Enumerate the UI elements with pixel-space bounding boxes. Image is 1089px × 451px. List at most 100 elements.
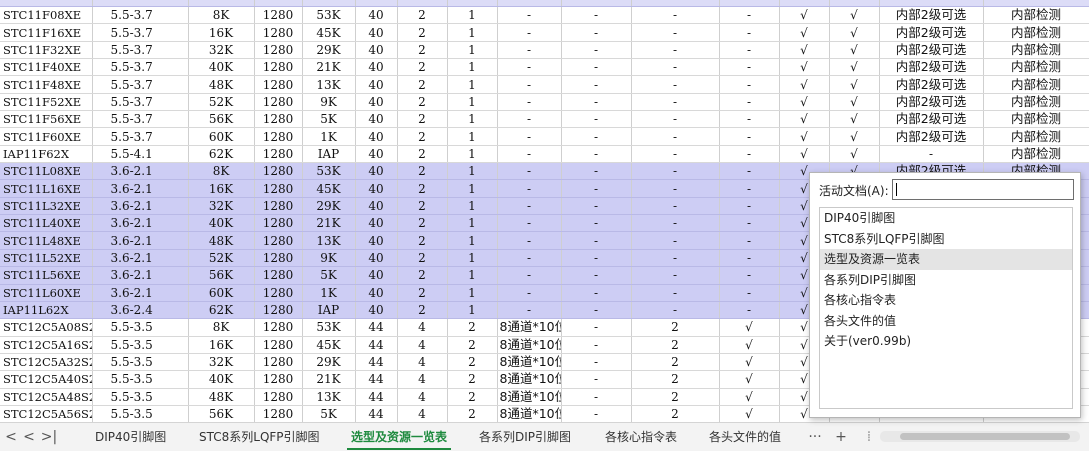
table-cell[interactable]: 62K — [188, 145, 255, 164]
splitter-handle-icon[interactable]: ⁞ — [860, 427, 878, 447]
table-cell[interactable]: - — [561, 6, 632, 25]
table-cell[interactable]: 1280 — [254, 162, 303, 181]
table-cell[interactable]: 40 — [355, 249, 398, 268]
table-cell[interactable]: 5.5-3.7 — [92, 75, 189, 94]
tab-selection-overview[interactable]: 选型及资源一览表 — [346, 428, 452, 450]
document-list-item[interactable]: 各头文件的值 — [820, 311, 1072, 332]
table-cell[interactable]: 1 — [447, 110, 498, 129]
table-cell[interactable]: 56K — [188, 110, 255, 129]
table-cell[interactable]: 1 — [447, 23, 498, 42]
table-cell[interactable]: 5.5-3.7 — [92, 23, 189, 42]
table-cell[interactable]: 3.6-2.1 — [92, 231, 189, 250]
table-cell[interactable]: 内部2级可选 — [879, 127, 984, 146]
table-cell[interactable]: 1280 — [254, 23, 303, 42]
table-cell[interactable]: 8通道*10位 — [497, 353, 562, 372]
table-cell[interactable]: - — [497, 75, 562, 94]
table-cell[interactable]: - — [561, 284, 632, 302]
table-cell[interactable]: 8K — [188, 318, 255, 337]
table-cell[interactable]: √ — [779, 23, 830, 42]
tab-core-instructions[interactable]: 各核心指令表 — [605, 428, 677, 446]
table-cell[interactable]: 1 — [447, 58, 498, 77]
table-cell[interactable]: - — [631, 266, 720, 285]
table-cell[interactable]: 40 — [355, 162, 398, 181]
table-cell[interactable]: 2 — [397, 6, 448, 25]
table-cell[interactable]: - — [561, 58, 632, 77]
table-cell[interactable]: 32K — [188, 353, 255, 372]
table-cell[interactable]: - — [497, 231, 562, 250]
table-cell[interactable]: - — [631, 249, 720, 268]
table-cell[interactable]: 3.6-2.1 — [92, 284, 189, 302]
tab-header-values[interactable]: 各头文件的值 — [709, 428, 781, 446]
table-cell[interactable]: STC11L56XE — [0, 266, 93, 285]
table-cell[interactable]: 1280 — [254, 231, 303, 250]
table-cell[interactable]: 3.6-2.1 — [92, 214, 189, 233]
table-cell[interactable]: √ — [829, 127, 880, 146]
table-cell[interactable]: √ — [779, 127, 830, 146]
table-cell[interactable]: 40 — [355, 301, 398, 320]
table-cell[interactable]: - — [561, 405, 632, 422]
table-cell[interactable]: 53K — [302, 6, 356, 25]
table-cell[interactable]: 1280 — [254, 75, 303, 94]
table-cell[interactable]: 2 — [447, 370, 498, 389]
table-cell[interactable]: 1280 — [254, 41, 303, 60]
table-cell[interactable]: - — [631, 197, 720, 216]
table-cell[interactable]: - — [497, 58, 562, 77]
table-cell[interactable]: 2 — [397, 75, 448, 94]
table-cell[interactable]: 1K — [302, 127, 356, 146]
table-cell[interactable]: √ — [779, 75, 830, 94]
table-cell[interactable]: 1 — [447, 93, 498, 112]
table-cell[interactable]: 5.5-3.5 — [92, 370, 189, 389]
table-cell[interactable]: √ — [719, 353, 780, 372]
table-cell[interactable]: STC12C5A56S2 — [0, 405, 93, 422]
table-cell[interactable]: 1 — [447, 41, 498, 60]
table-cell[interactable]: 1280 — [254, 249, 303, 268]
table-cell[interactable]: 内部2级可选 — [879, 58, 984, 77]
table-cell[interactable]: √ — [779, 58, 830, 77]
table-cell[interactable]: 40 — [355, 41, 398, 60]
table-cell[interactable]: STC11L48XE — [0, 231, 93, 250]
table-cell[interactable]: - — [631, 41, 720, 60]
table-cell[interactable]: 1280 — [254, 284, 303, 302]
table-cell[interactable]: STC11L40XE — [0, 214, 93, 233]
table-cell[interactable]: 内部2级可选 — [879, 110, 984, 129]
table-cell[interactable]: - — [561, 127, 632, 146]
table-cell[interactable]: - — [719, 145, 780, 164]
table-cell[interactable]: 29K — [302, 353, 356, 372]
table-cell[interactable]: 2 — [397, 266, 448, 285]
table-cell[interactable]: 4 — [397, 405, 448, 422]
table-cell[interactable]: 1 — [447, 249, 498, 268]
more-tabs-icon[interactable]: ··· — [806, 427, 824, 447]
table-cell[interactable]: - — [631, 75, 720, 94]
table-cell[interactable]: 62K — [188, 301, 255, 320]
table-cell[interactable]: STC11F40XE — [0, 58, 93, 77]
table-cell[interactable]: 内部2级可选 — [879, 75, 984, 94]
table-cell[interactable]: 45K — [302, 336, 356, 354]
table-cell[interactable]: 2 — [397, 145, 448, 164]
add-sheet-icon[interactable]: + — [832, 427, 850, 447]
table-cell[interactable]: 40 — [355, 231, 398, 250]
table-cell[interactable]: 13K — [302, 231, 356, 250]
table-cell[interactable]: 内部检测 — [983, 23, 1089, 42]
table-cell[interactable]: - — [561, 370, 632, 389]
table-cell[interactable]: 1280 — [254, 58, 303, 77]
prev-sheet-first-icon[interactable]: < — [2, 427, 20, 447]
table-cell[interactable]: - — [561, 353, 632, 372]
table-cell[interactable]: 56K — [188, 405, 255, 422]
table-cell[interactable]: - — [497, 162, 562, 181]
table-cell[interactable]: 2 — [397, 179, 448, 198]
table-cell[interactable]: 44 — [355, 353, 398, 372]
table-cell[interactable]: 1280 — [254, 145, 303, 164]
table-cell[interactable]: 48K — [188, 388, 255, 406]
table-cell[interactable]: 1 — [447, 75, 498, 94]
table-cell[interactable]: STC11L08XE — [0, 162, 93, 181]
table-cell[interactable]: STC11F52XE — [0, 93, 93, 112]
table-cell[interactable]: STC11F08XE — [0, 6, 93, 25]
table-cell[interactable]: 40 — [355, 145, 398, 164]
table-cell[interactable]: 2 — [631, 353, 720, 372]
table-cell[interactable]: 4 — [397, 353, 448, 372]
table-cell[interactable]: 2 — [397, 301, 448, 320]
table-cell[interactable]: 40 — [355, 179, 398, 198]
table-cell[interactable]: 5K — [302, 405, 356, 422]
table-cell[interactable]: 2 — [397, 162, 448, 181]
table-cell[interactable]: 2 — [397, 93, 448, 112]
